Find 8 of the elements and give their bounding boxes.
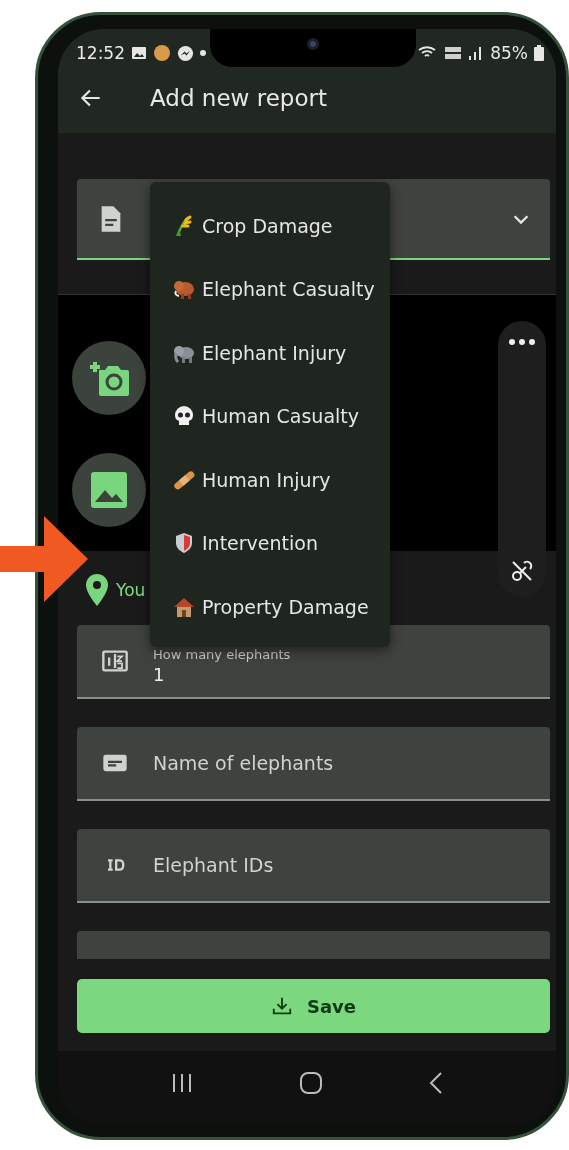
status-time: 12:52 <box>76 43 125 63</box>
page-title: Add new report <box>150 85 327 111</box>
field-placeholder: Elephant IDs <box>153 854 274 876</box>
field-placeholder: Name of elephants <box>153 752 334 774</box>
location-text: You <box>116 580 146 600</box>
battery-percent: 85% <box>490 43 528 63</box>
field-label: How many elephants <box>153 647 291 662</box>
field-value: 1 <box>153 664 166 685</box>
